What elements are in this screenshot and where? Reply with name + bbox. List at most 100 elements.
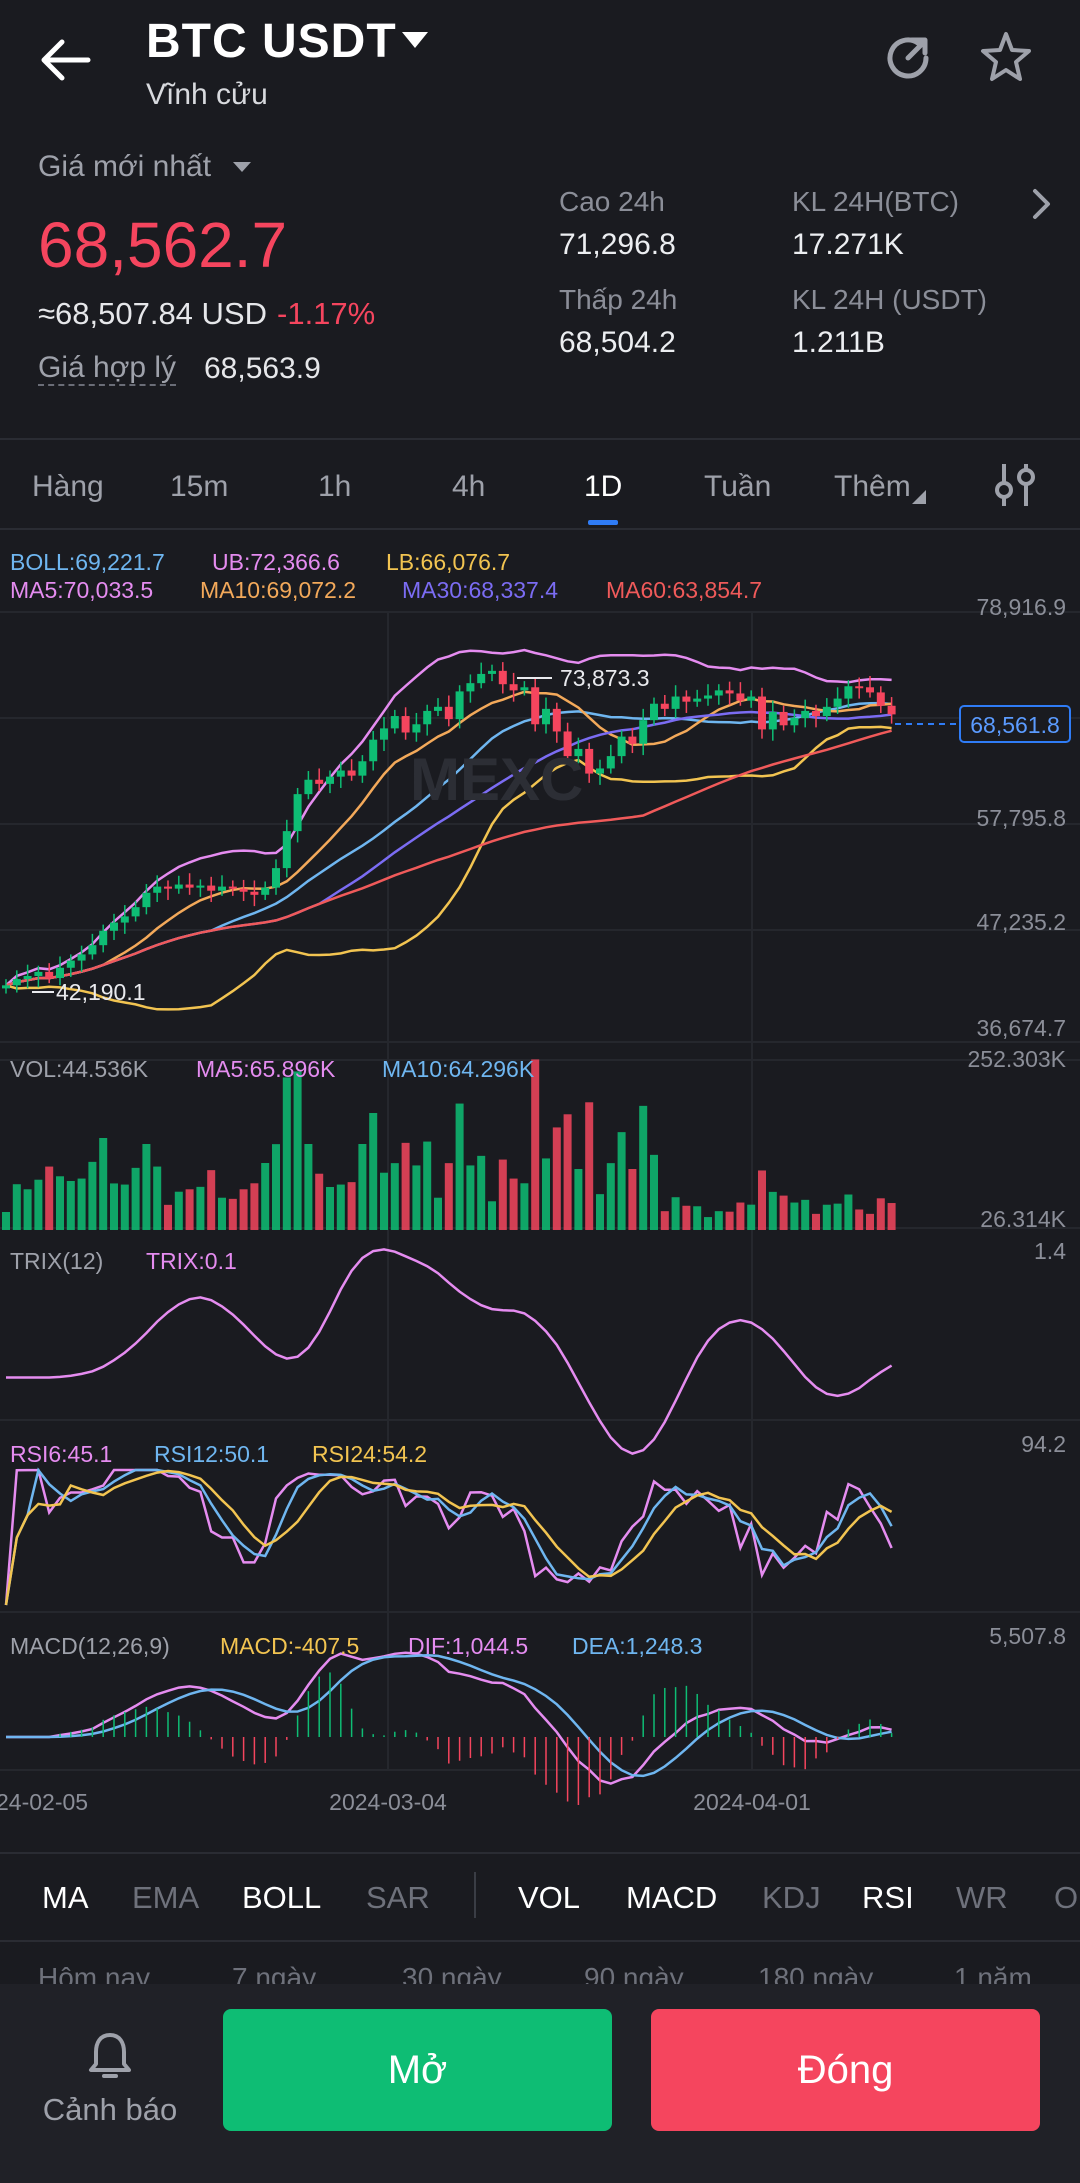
- alert-button[interactable]: Cảnh báo: [30, 2026, 190, 2136]
- tab-timeframe-1d[interactable]: 1D: [584, 470, 622, 504]
- candle-body-2: [23, 975, 32, 980]
- candle-body-16: [174, 884, 183, 889]
- rsi-y-tick: 94.2: [1021, 1431, 1066, 1457]
- indicator-boll[interactable]: BOLL: [242, 1880, 321, 1916]
- vol-24h-usdt-value: 1.211B: [792, 326, 885, 359]
- volume-bar-19: [207, 1170, 216, 1230]
- indicator-macd[interactable]: MACD: [626, 1880, 717, 1916]
- volume-bar-53: [574, 1169, 583, 1230]
- indicator-kdj[interactable]: KDJ: [762, 1880, 821, 1916]
- volume-bar-39: [423, 1141, 432, 1230]
- candle-body-0: [2, 985, 10, 989]
- volume-bar-62: [671, 1197, 680, 1230]
- latest-price-dropdown-icon[interactable]: [232, 160, 252, 179]
- candle-body-72: [779, 711, 788, 726]
- volume-bar-6: [66, 1181, 75, 1230]
- indicator-ma[interactable]: MA: [42, 1880, 89, 1916]
- volume-bar-56: [606, 1163, 615, 1230]
- volume-bar-41: [444, 1163, 453, 1230]
- vol-y-tick-1: 26.314K: [980, 1206, 1066, 1232]
- candle-body-41: [444, 706, 453, 720]
- price-change-percent: -1.17%: [277, 296, 376, 331]
- y-tick-3: 36,674.7: [976, 1015, 1066, 1041]
- volume-bar-21: [228, 1198, 237, 1230]
- candle-body-40: [434, 706, 442, 711]
- volume-bar-3: [34, 1179, 43, 1230]
- volume-bar-72: [779, 1195, 788, 1230]
- volume-bar-28: [304, 1144, 313, 1230]
- stats-more-button[interactable]: [1030, 186, 1054, 227]
- volume-bar-5: [56, 1176, 64, 1230]
- volume-bar-22: [239, 1189, 248, 1230]
- volume-bar-20: [218, 1197, 226, 1230]
- timeframe-bar: Hàng 15m 1h 4h 1D Tuần Thêm: [0, 438, 1080, 530]
- legend-ma5: MA5:70,033.5: [10, 577, 153, 603]
- vol-24h-btc-label: KL 24H(BTC): [792, 186, 960, 217]
- candle-body-70: [758, 696, 766, 730]
- candle-body-60: [650, 703, 658, 721]
- low-24h-label: Thấp 24h: [559, 284, 678, 315]
- y-tick-2: 47,235.2: [976, 909, 1066, 935]
- candle-body-71: [768, 711, 777, 730]
- indicator-wr[interactable]: WR: [956, 1880, 1008, 1916]
- kline-chart[interactable]: BOLL:69,221.7 UB:72,366.6 LB:66,076.7 MA…: [0, 530, 1080, 1820]
- candle-body-55: [596, 768, 604, 774]
- legend-boll: BOLL:69,221.7: [10, 549, 165, 575]
- volume-bar-48: [520, 1183, 529, 1230]
- legend-vol: VOL:44.536K: [10, 1056, 149, 1082]
- candle-body-15: [164, 886, 172, 889]
- candle-body-38: [412, 724, 421, 733]
- candle-body-65: [704, 695, 712, 699]
- volume-bar-12: [131, 1167, 140, 1230]
- legend-vol-ma10: MA10:64.296K: [382, 1056, 535, 1082]
- candle-body-51: [552, 708, 561, 732]
- candle-body-25: [272, 868, 280, 888]
- back-arrow-icon: [41, 39, 91, 81]
- latest-price-label[interactable]: Giá mới nhất: [38, 150, 211, 184]
- indicator-rsi[interactable]: RSI: [862, 1880, 914, 1916]
- tab-timeframe-week[interactable]: Tuần: [704, 470, 771, 504]
- volume-bar-68: [736, 1202, 745, 1230]
- candle-body-49: [531, 687, 540, 725]
- candle-body-43: [466, 683, 475, 692]
- volume-bar-13: [142, 1144, 151, 1230]
- candle-body-4: [45, 971, 54, 979]
- candle-body-77: [833, 698, 842, 707]
- back-button[interactable]: [36, 30, 106, 90]
- volume-bar-17: [185, 1189, 194, 1230]
- tab-timeframe-more[interactable]: Thêm: [834, 470, 911, 504]
- indicator-more[interactable]: O: [1054, 1880, 1078, 1916]
- candle-body-19: [207, 885, 216, 891]
- legend-ma30: MA30:68,337.4: [402, 577, 558, 603]
- tab-timeframe-time[interactable]: Hàng: [32, 470, 104, 504]
- vol-24h-usdt-label: KL 24H (USDT): [792, 284, 988, 315]
- bottom-action-bar: Cảnh báo Mở Đóng: [0, 1984, 1080, 2183]
- pair-dropdown-icon[interactable]: [400, 30, 430, 55]
- indicator-vol[interactable]: VOL: [518, 1880, 580, 1916]
- volume-bar-50: [542, 1158, 550, 1230]
- volume-bar-18: [196, 1186, 205, 1230]
- chart-settings-icon[interactable]: [990, 462, 1040, 508]
- pair-title[interactable]: BTC USDT: [146, 14, 397, 69]
- candle-body-50: [542, 708, 550, 725]
- volume-bar-66: [714, 1211, 723, 1230]
- volume-bar-70: [758, 1170, 766, 1230]
- candle-body-37: [401, 716, 410, 733]
- open-position-button[interactable]: Mở: [223, 2009, 612, 2131]
- legend-trix: TRIX:0.1: [146, 1248, 237, 1274]
- tab-timeframe-4h[interactable]: 4h: [452, 470, 485, 504]
- candle-body-82: [887, 705, 896, 715]
- favorite-button[interactable]: [976, 28, 1036, 88]
- refresh-button[interactable]: [878, 28, 938, 88]
- indicator-ema[interactable]: EMA: [132, 1880, 199, 1916]
- tab-timeframe-15m[interactable]: 15m: [170, 470, 228, 504]
- candle-body-18: [196, 885, 205, 888]
- close-position-button[interactable]: Đóng: [651, 2009, 1040, 2131]
- current-price-text: 68,561.8: [970, 712, 1060, 738]
- fair-price-label[interactable]: Giá hợp lý: [38, 352, 177, 386]
- tab-timeframe-1h[interactable]: 1h: [318, 470, 351, 504]
- volume-bar-76: [822, 1204, 831, 1230]
- indicator-sar[interactable]: SAR: [366, 1880, 430, 1916]
- legend-rsi12: RSI12:50.1: [154, 1441, 269, 1467]
- volume-bar-79: [855, 1209, 864, 1230]
